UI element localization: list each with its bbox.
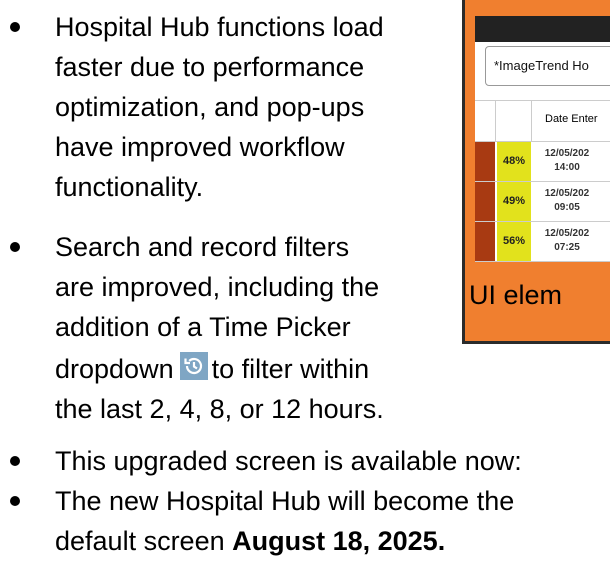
date-cell: 12/05/202 09:05 <box>544 188 590 213</box>
bullet-marker <box>10 242 20 252</box>
status-indicator <box>475 222 495 261</box>
table-row: 56% 12/05/202 07:25 <box>475 222 610 262</box>
launch-date: August 18, 2025. <box>232 526 446 556</box>
bullet-2-line-2: are improved, including the <box>55 272 380 302</box>
screenshot-panel: *ImageTrend Ho Date Enter 48% 12/05/202 1… <box>462 0 610 344</box>
bullet-2-line-1: Search and record filters <box>55 232 350 262</box>
column-divider <box>531 101 532 141</box>
hospital-hub-screenshot: *ImageTrend Ho Date Enter 48% 12/05/202 1… <box>475 16 610 262</box>
date-cell: 12/05/202 07:25 <box>544 228 590 253</box>
app-header-bar <box>475 16 610 42</box>
table-row: 49% 12/05/202 09:05 <box>475 182 610 222</box>
bullet-1-line-4: have improved workflow <box>55 132 345 162</box>
bullet-2-line-4: dropdown to filter within <box>55 352 369 386</box>
search-field: *ImageTrend Ho <box>485 46 610 86</box>
bullet-marker <box>10 22 20 32</box>
bullet-3-line-1: This upgraded screen is available now: <box>55 446 522 476</box>
filter-within-text: to filter within <box>211 354 370 384</box>
status-indicator <box>475 142 495 181</box>
bullet-1-line-2: faster due to performance <box>55 52 365 82</box>
percent-badge: 49% <box>497 182 531 221</box>
bullet-1-line-5: functionality. <box>55 172 204 202</box>
percent-badge: 56% <box>497 222 531 261</box>
dropdown-word: dropdown <box>55 354 174 384</box>
column-header-date: Date Enter <box>545 113 598 125</box>
table-header: Date Enter <box>475 100 610 142</box>
default-screen-text: default screen <box>55 526 233 556</box>
column-divider <box>495 101 496 141</box>
date-cell: 12/05/202 14:00 <box>544 148 590 173</box>
bullet-4-line-2: default screen August 18, 2025. <box>55 524 445 558</box>
bullet-marker <box>10 496 20 506</box>
bullet-2-line-3: addition of a Time Picker <box>55 312 351 342</box>
bullet-1-line-3: optimization, and pop-ups <box>55 92 365 122</box>
bullet-2-line-5: the last 2, 4, 8, or 12 hours. <box>55 394 384 424</box>
bullet-4-line-1: The new Hospital Hub will become the <box>55 486 515 516</box>
table-row: 48% 12/05/202 14:00 <box>475 142 610 182</box>
panel-caption: UI elem <box>469 280 563 310</box>
percent-badge: 48% <box>497 142 531 181</box>
bullet-1-line-1: Hospital Hub functions load <box>55 12 384 42</box>
bullet-marker <box>10 456 20 466</box>
time-picker-history-icon <box>179 352 208 380</box>
status-indicator <box>475 182 495 221</box>
